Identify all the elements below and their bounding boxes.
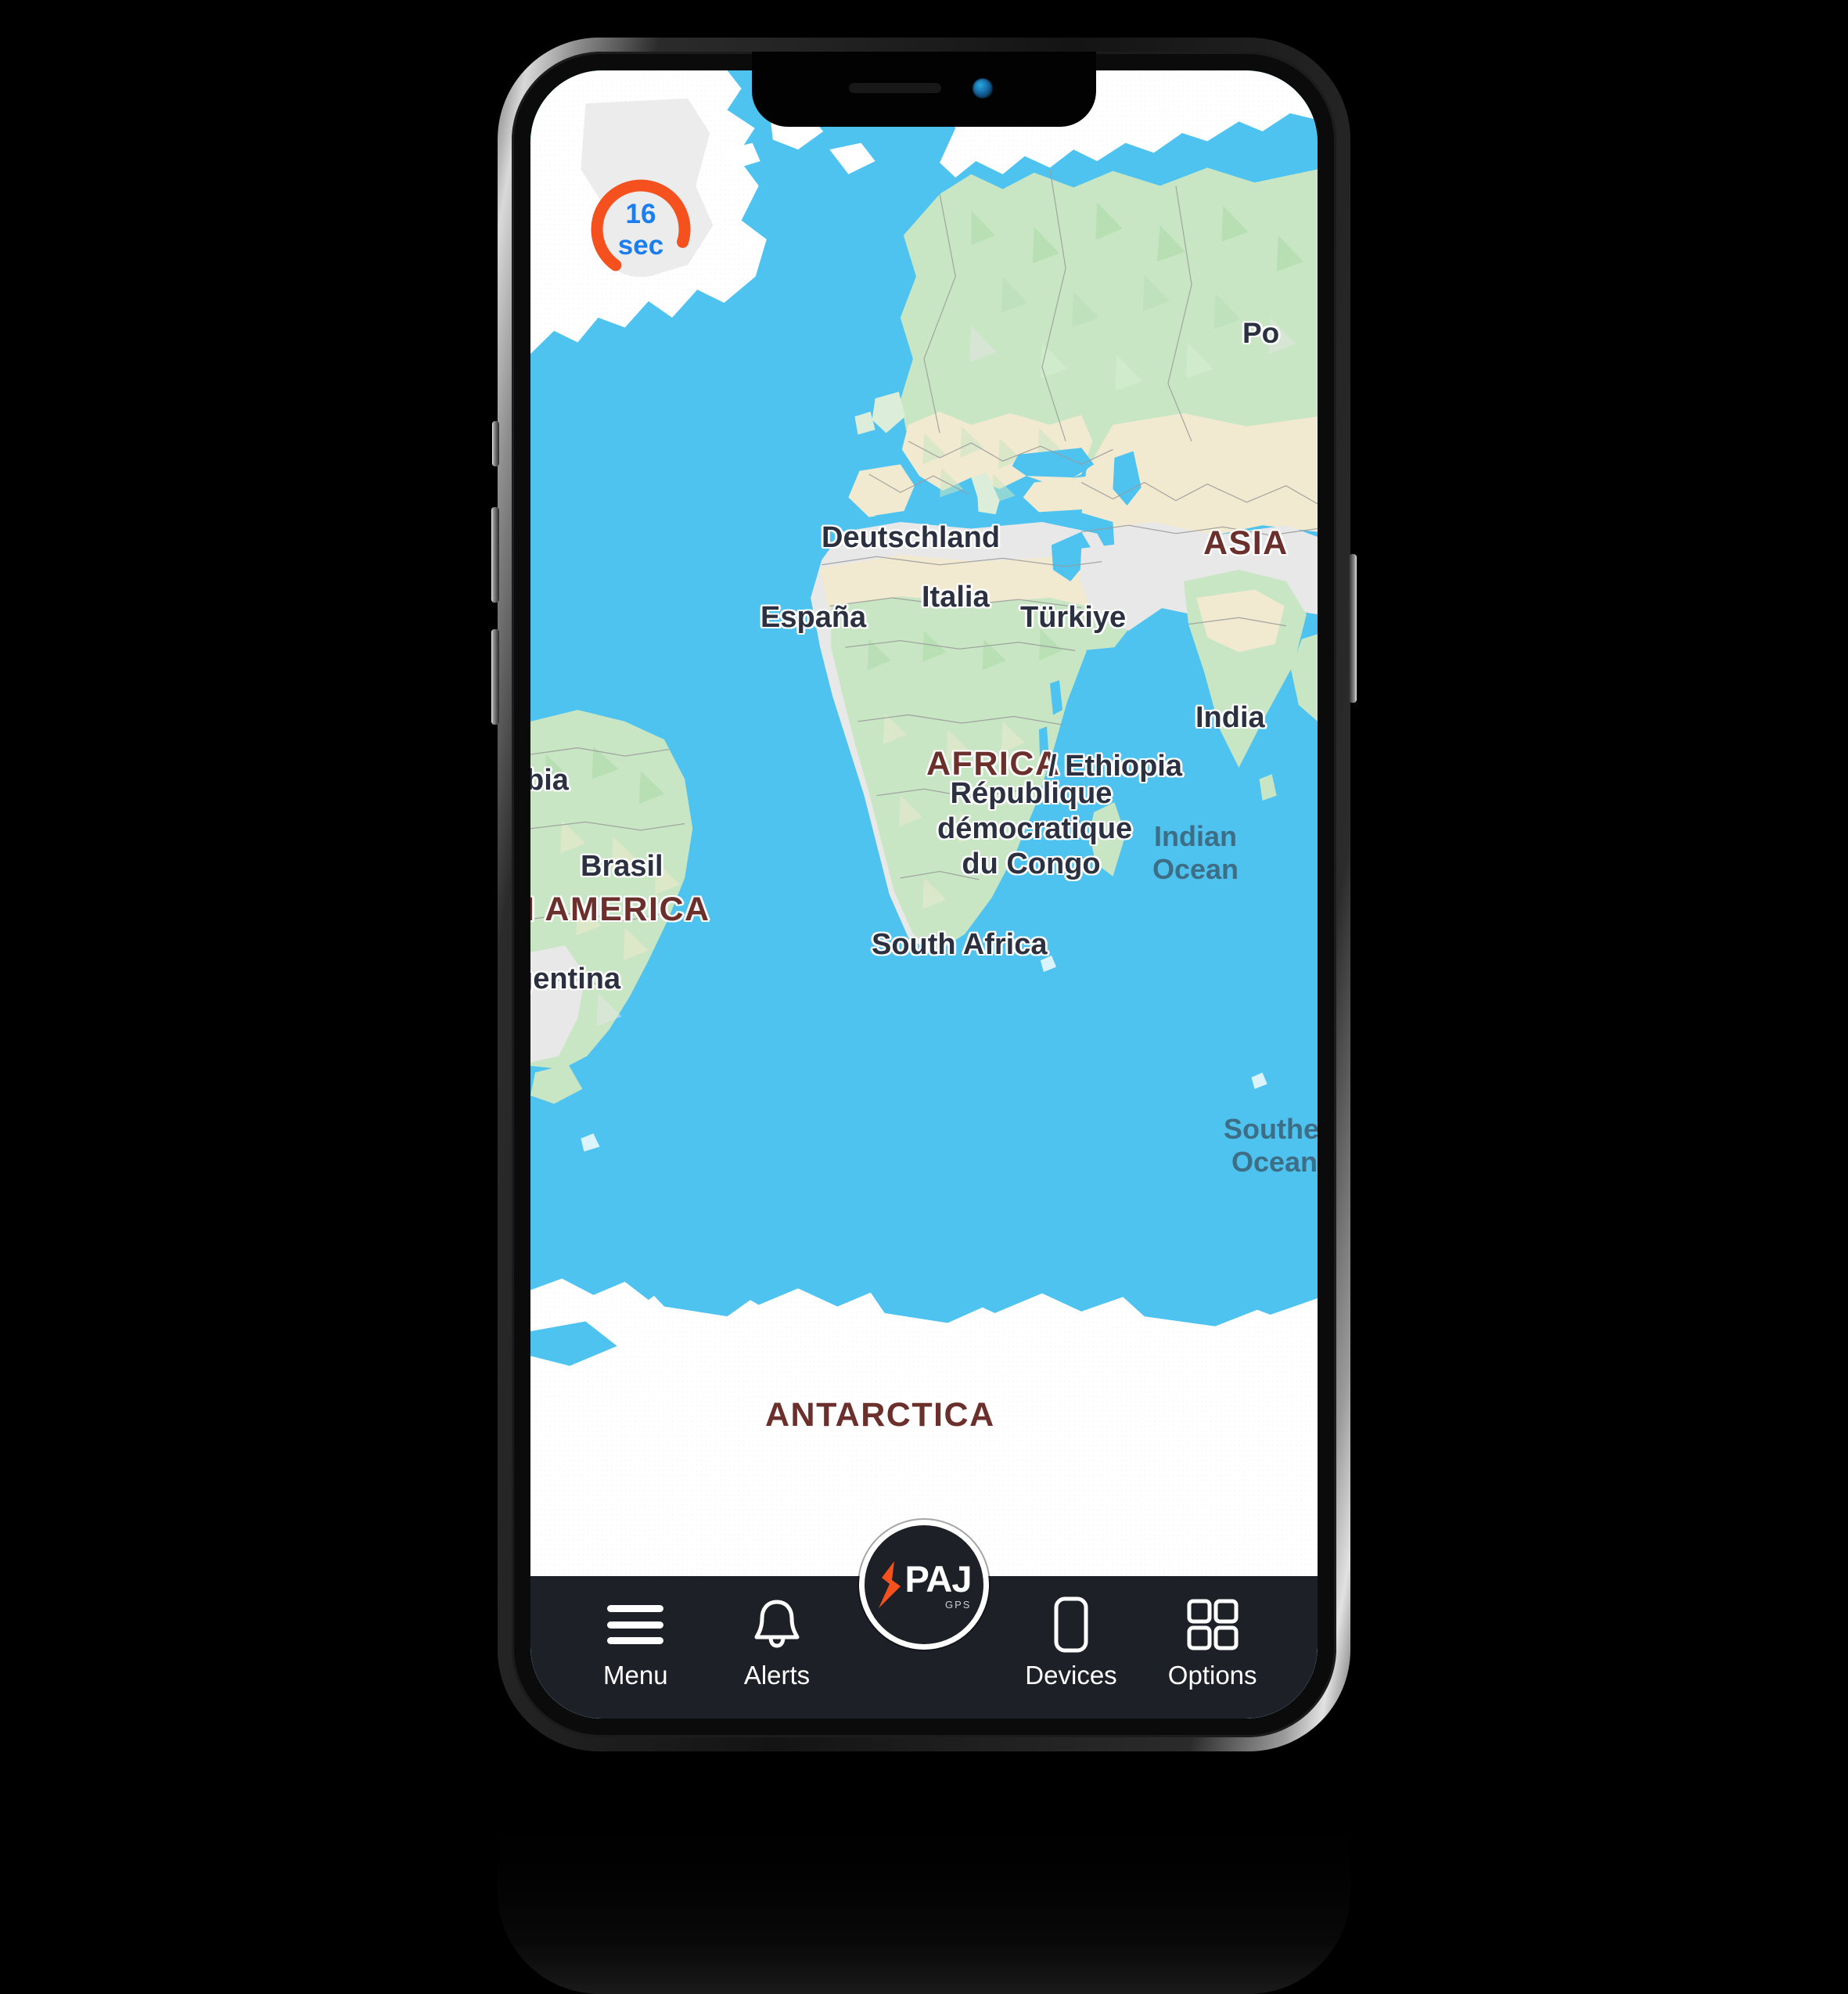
phone-device-frame: Po ASIA Deutschland Italia España Türkiy… xyxy=(491,38,1357,1751)
grid-2x2-icon[interactable] xyxy=(1186,1596,1239,1653)
screenshot-root: Po ASIA Deutschland Italia España Türkiy… xyxy=(0,0,1848,1994)
paj-logo-text: PAJ xyxy=(904,1557,973,1600)
front-camera-icon xyxy=(973,78,993,99)
map-canvas xyxy=(530,70,1318,1719)
paj-logo-sub: GPS xyxy=(945,1598,972,1611)
phone-screen: Po ASIA Deutschland Italia España Türkiy… xyxy=(530,70,1318,1719)
earpiece-speaker xyxy=(849,83,941,93)
nav-item-options[interactable]: Options xyxy=(1142,1576,1283,1690)
nav-label-devices: Devices xyxy=(1025,1661,1117,1690)
nav-item-menu[interactable]: Menu xyxy=(565,1576,706,1690)
nav-item-alerts[interactable]: Alerts xyxy=(706,1576,848,1690)
paj-home-button[interactable]: PAJ GPS xyxy=(859,1520,989,1650)
world-map[interactable]: Po ASIA Deutschland Italia España Türkiy… xyxy=(530,70,1318,1719)
nav-item-devices[interactable]: Devices xyxy=(1001,1576,1142,1690)
phone-notch xyxy=(752,52,1096,127)
paj-logo: PAJ GPS xyxy=(877,1560,972,1610)
phone-bezel: Po ASIA Deutschland Italia España Türkiy… xyxy=(512,52,1336,1737)
volume-down-button[interactable] xyxy=(491,629,499,725)
mute-switch[interactable] xyxy=(492,421,499,466)
bell-icon[interactable] xyxy=(752,1596,802,1653)
paj-arrow-icon xyxy=(878,1561,901,1608)
nav-label-alerts: Alerts xyxy=(743,1661,811,1690)
nav-label-options: Options xyxy=(1167,1661,1257,1690)
nav-label-menu: Menu xyxy=(603,1661,668,1690)
phone-reflection xyxy=(498,1759,1350,1994)
power-button[interactable] xyxy=(1349,554,1357,703)
countdown-unit: sec xyxy=(617,229,664,261)
phone-device-icon[interactable] xyxy=(1053,1596,1089,1653)
volume-up-button[interactable] xyxy=(491,507,499,603)
countdown-text: 16 sec xyxy=(585,174,696,285)
hamburger-menu-icon[interactable] xyxy=(607,1596,664,1653)
refresh-countdown-badge[interactable]: 16 sec xyxy=(585,174,696,285)
paj-wordmark: PAJ GPS xyxy=(904,1557,973,1611)
countdown-value: 16 xyxy=(625,198,656,229)
